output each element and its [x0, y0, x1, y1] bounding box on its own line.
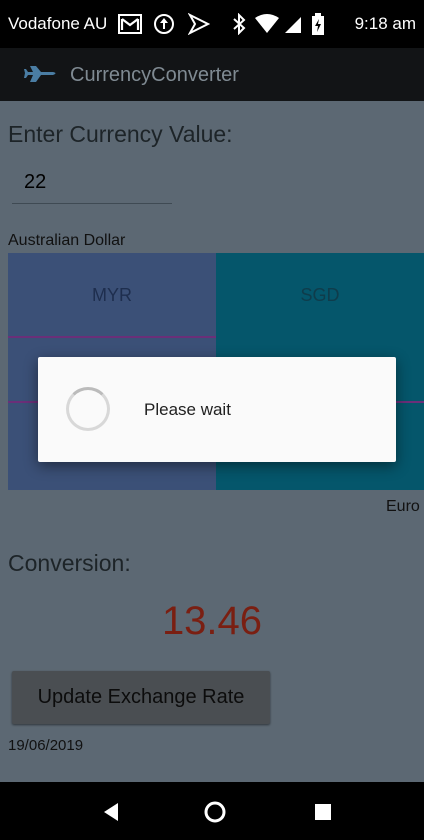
conversion-result: 13.46	[161, 599, 263, 643]
carrier-label: Vodafone AU	[8, 14, 108, 33]
bluetooth-icon	[233, 13, 246, 35]
app-bar: CurrencyConverter	[0, 48, 424, 101]
currency-button-label: MYR	[92, 285, 132, 305]
home-icon[interactable]	[202, 799, 228, 825]
progress-dialog: Please wait	[38, 357, 396, 462]
recents-icon[interactable]	[310, 799, 336, 825]
navigation-bar	[0, 782, 424, 840]
enter-value-label: Enter Currency Value:	[8, 121, 233, 147]
dialog-message: Please wait	[144, 400, 231, 419]
currency-value-input[interactable]: 22	[12, 171, 172, 204]
status-bar: Vodafone AU 9:18 am	[0, 0, 424, 48]
wifi-icon	[255, 14, 279, 33]
navigation-icon	[188, 13, 210, 35]
gmail-icon	[118, 14, 142, 34]
currency-button-label: SGD	[300, 285, 340, 305]
conversion-label: Conversion:	[8, 550, 131, 576]
app-title: CurrencyConverter	[70, 64, 239, 86]
currency-button-myr[interactable]: MYR	[8, 253, 216, 338]
currency-button-sgd[interactable]: SGD	[216, 253, 424, 338]
signal-icon	[285, 17, 301, 33]
update-exchange-rate-button[interactable]: Update Exchange Rate	[12, 671, 270, 724]
clock: 9:18 am	[354, 14, 416, 33]
loading-spinner-icon	[66, 387, 110, 431]
airplane-icon	[24, 66, 56, 82]
sync-icon	[154, 14, 174, 34]
back-icon[interactable]	[98, 799, 124, 825]
target-currency-label: Euro	[386, 498, 420, 515]
source-currency-label: Australian Dollar	[8, 232, 126, 249]
battery-icon	[312, 13, 324, 35]
rate-date-label: 19/06/2019	[8, 737, 84, 754]
